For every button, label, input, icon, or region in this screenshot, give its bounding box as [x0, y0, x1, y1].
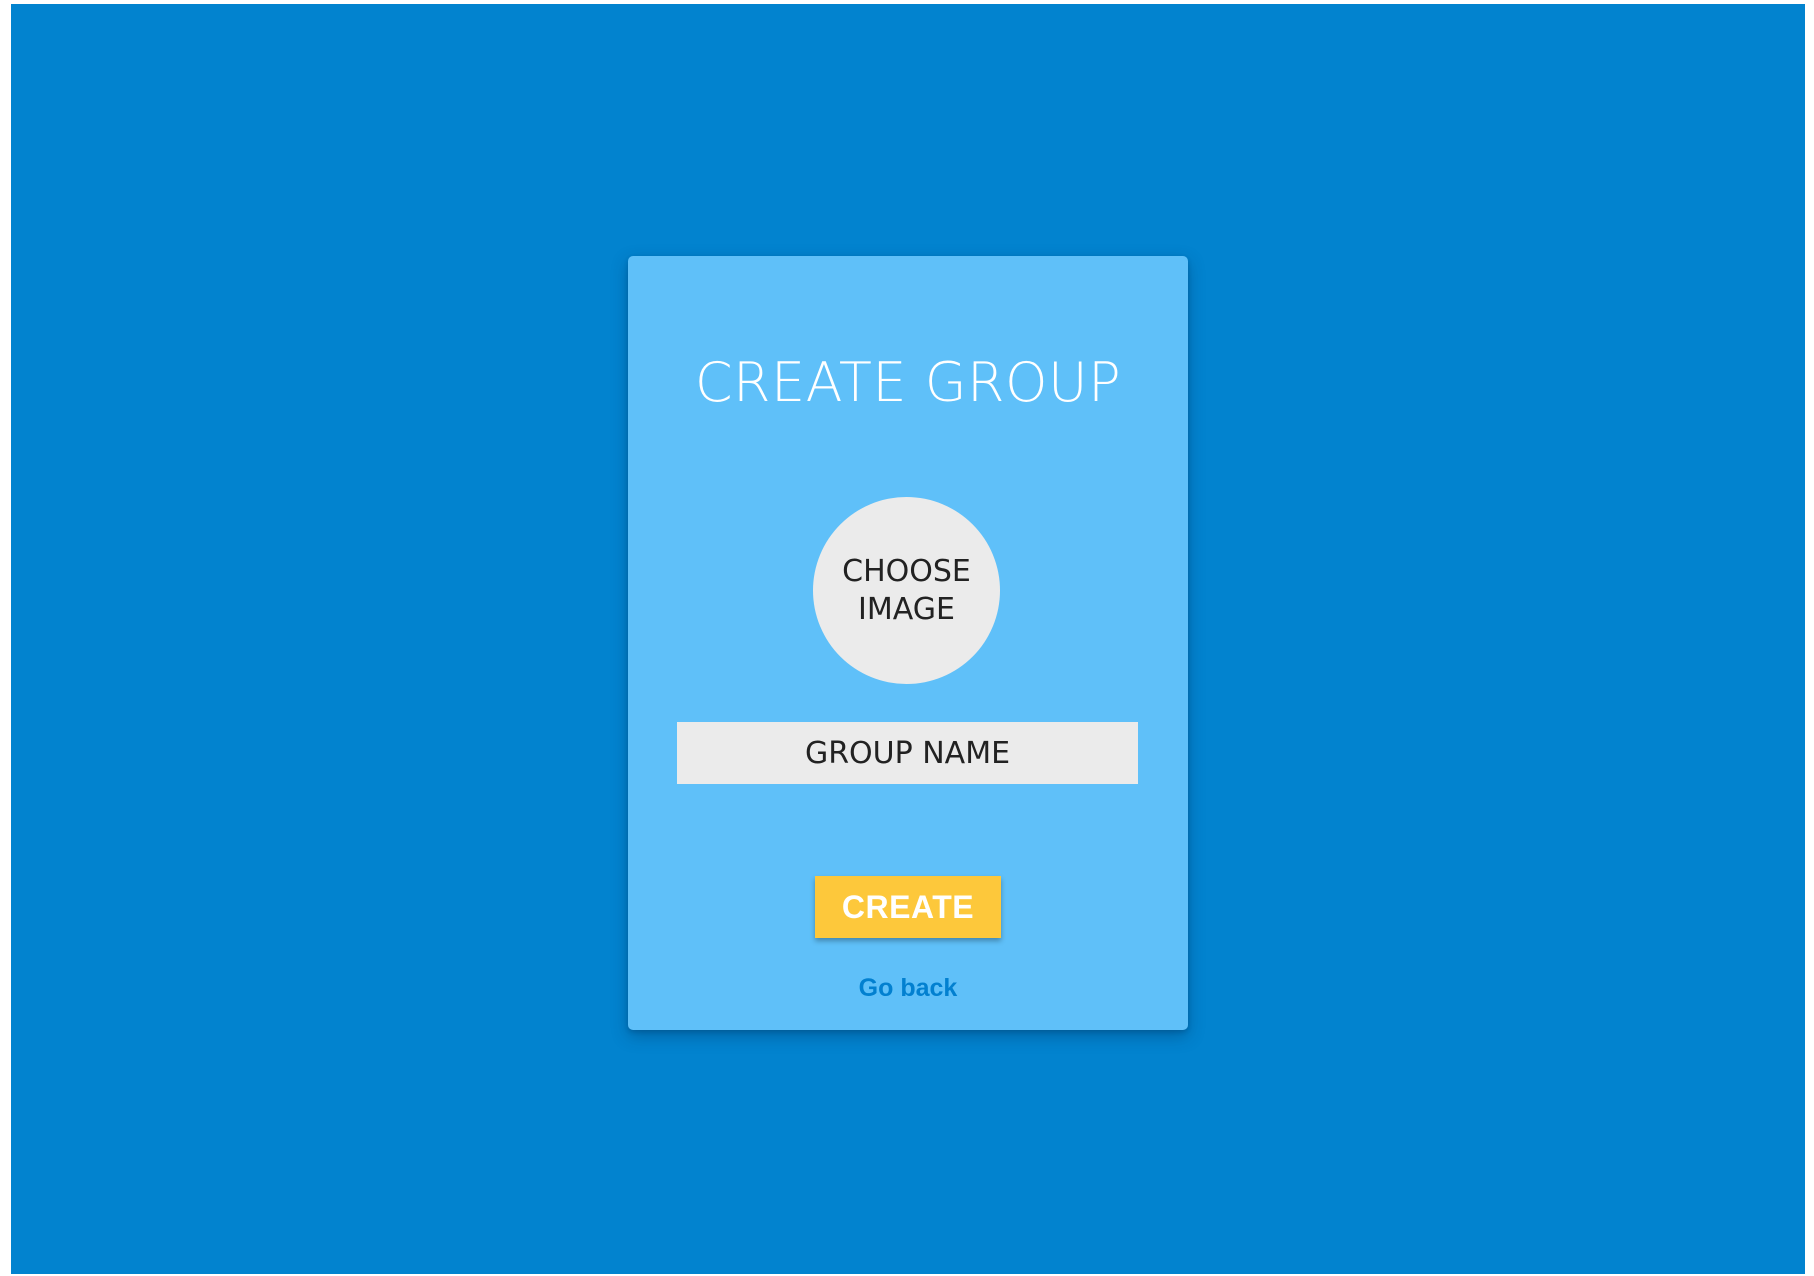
page-title: CREATE GROUP: [694, 351, 1122, 414]
choose-image-button[interactable]: CHOOSE IMAGE: [813, 497, 1000, 684]
create-group-card: CREATE GROUP CHOOSE IMAGE CREATE Go back: [628, 256, 1188, 1030]
group-name-input[interactable]: [677, 722, 1138, 784]
go-back-link[interactable]: Go back: [628, 974, 1188, 1003]
create-button[interactable]: CREATE: [815, 876, 1001, 938]
app-background: CREATE GROUP CHOOSE IMAGE CREATE Go back: [11, 4, 1805, 1274]
choose-image-label: CHOOSE IMAGE: [842, 553, 971, 627]
